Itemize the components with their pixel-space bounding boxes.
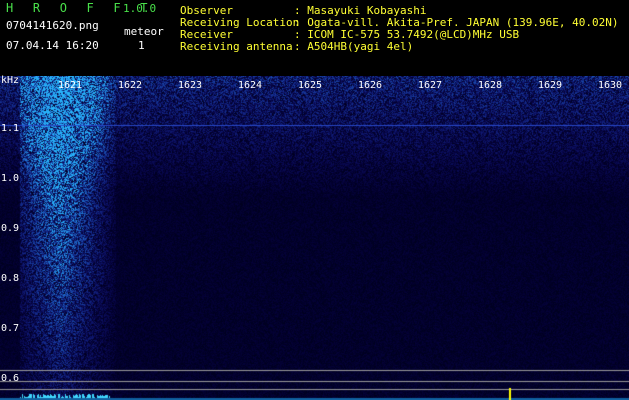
file-name: 0704141620.png <box>6 19 99 32</box>
x-tick-label: 1629 <box>538 80 563 91</box>
y-tick-label: 1.0 <box>1 173 20 184</box>
antenna-value: : A504HB(yagi 4el) <box>294 40 414 53</box>
y-tick-label: 0.6 <box>1 373 20 384</box>
event-label: meteor <box>124 25 164 38</box>
axis-unit-label: kHz <box>1 75 20 86</box>
app-version: 1.0.0 <box>123 2 157 15</box>
x-tick-label: 1621 <box>58 80 83 91</box>
x-tick-label: 1622 <box>118 80 143 91</box>
x-tick-label: 1626 <box>358 80 383 91</box>
y-tick-label: 0.7 <box>1 323 20 334</box>
event-count: 1 <box>138 39 145 52</box>
x-tick-label: 1623 <box>178 80 203 91</box>
y-tick-label: 1.1 <box>1 123 20 134</box>
x-tick-label: 1628 <box>478 80 503 91</box>
y-tick-label: 0.9 <box>1 223 20 234</box>
antenna-label: Receiving antenna <box>180 40 293 53</box>
y-tick-label: 0.8 <box>1 273 20 284</box>
spectrogram-canvas <box>0 76 629 400</box>
x-tick-label: 1627 <box>418 80 443 91</box>
x-tick-label: 1625 <box>298 80 323 91</box>
x-tick-label: 1630 <box>598 80 623 91</box>
file-datetime: 07.04.14 16:20 <box>6 39 99 52</box>
x-tick-label: 1624 <box>238 80 263 91</box>
